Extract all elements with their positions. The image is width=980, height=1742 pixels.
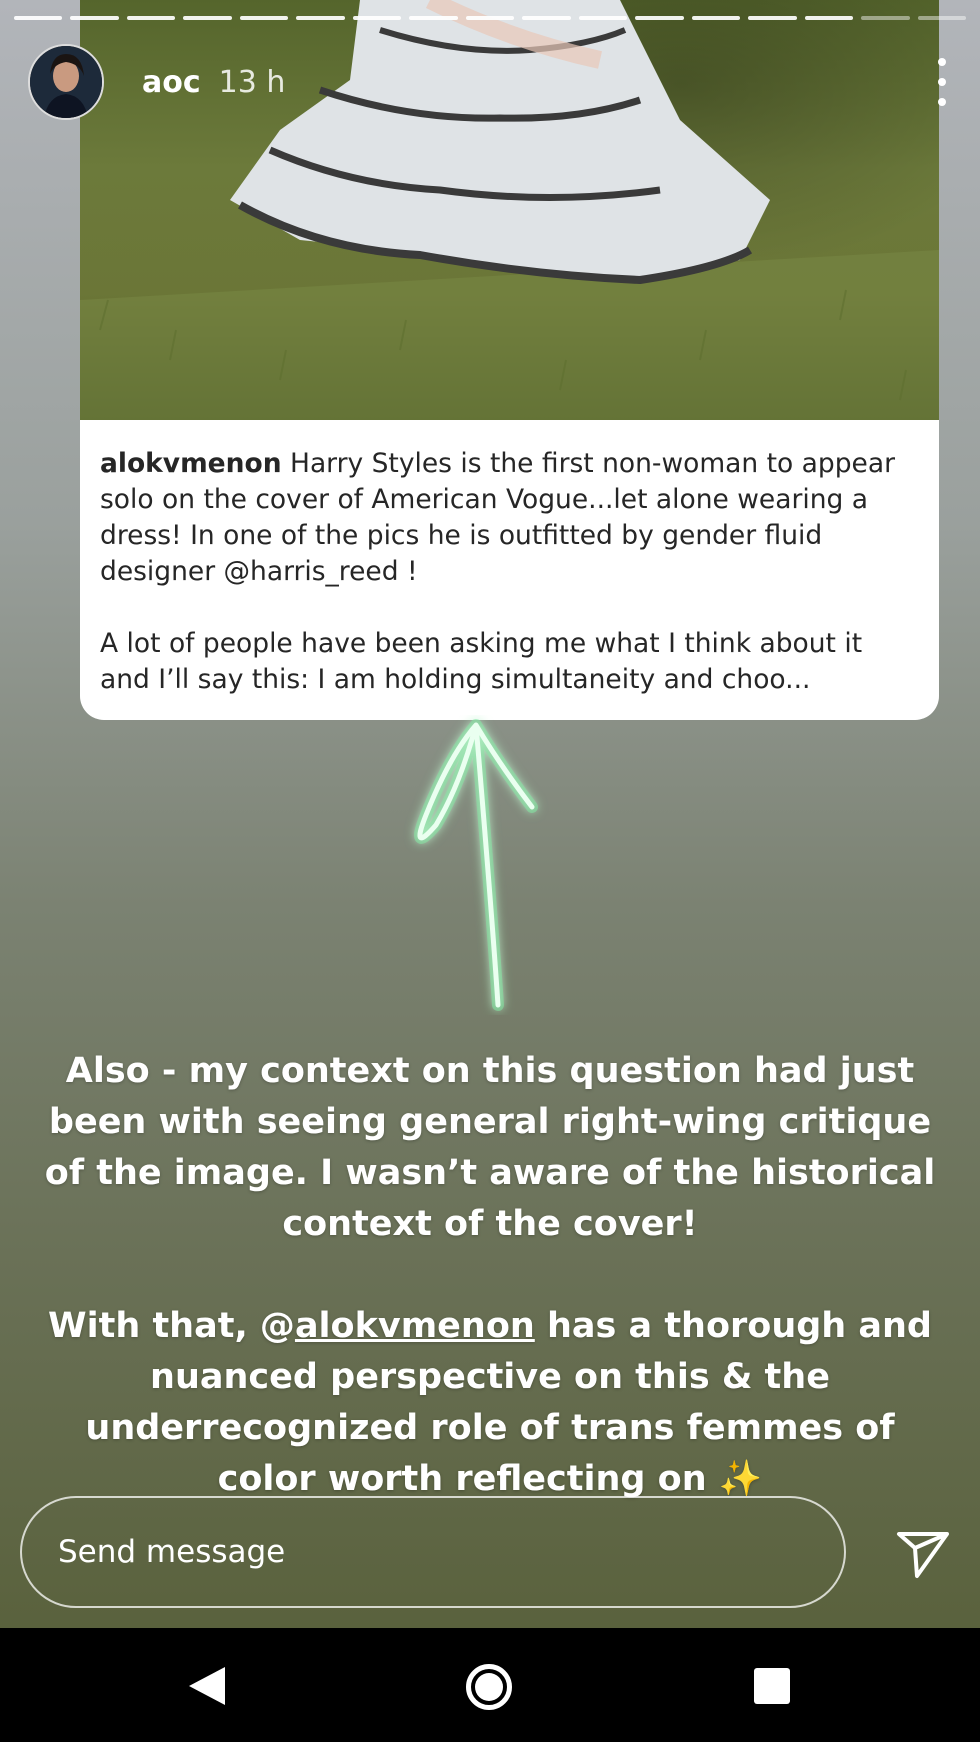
nav-home-icon[interactable] [466, 1664, 512, 1710]
story-progress-bar [14, 16, 966, 20]
avatar-image [30, 46, 102, 118]
progress-segment [522, 16, 571, 20]
arrow-sticker-icon [413, 719, 538, 1011]
progress-segment [14, 16, 63, 20]
nav-recents-icon[interactable] [754, 1668, 790, 1704]
send-message-input[interactable]: Send message [20, 1496, 846, 1608]
reply-bar: Send message [0, 1468, 980, 1628]
progress-segment [691, 16, 741, 20]
progress-segment [465, 16, 515, 20]
more-vertical-icon[interactable] [932, 58, 952, 106]
quoted-post-text-2: A lot of people have been asking me what… [100, 628, 863, 695]
mention-link[interactable]: alokvmenon [295, 1306, 535, 1346]
progress-segment [296, 16, 345, 20]
story-header: aoc 13 h [28, 44, 952, 120]
avatar[interactable] [28, 44, 104, 120]
overlay-text-prefix: With that, @ [48, 1306, 295, 1346]
quoted-post-paragraph-1: alokvmenon Harry Styles is the first non… [100, 446, 919, 590]
progress-segment [861, 16, 910, 20]
story-timestamp: 13 h [218, 64, 286, 100]
progress-segment [352, 16, 402, 20]
quoted-post-author: alokvmenon [100, 448, 282, 479]
progress-segment [578, 16, 628, 20]
story-overlay-text: Also - my context on this question had j… [40, 1046, 940, 1505]
system-nav-bar [0, 1628, 980, 1742]
progress-segment [409, 16, 458, 20]
progress-segment [748, 16, 797, 20]
quoted-post-card[interactable]: alokvmenon Harry Styles is the first non… [80, 420, 939, 720]
send-paper-plane-icon[interactable] [895, 1528, 951, 1580]
overlay-paragraph-1: Also - my context on this question had j… [44, 1051, 936, 1244]
nav-back-icon[interactable] [185, 1665, 231, 1707]
progress-segment [804, 16, 854, 20]
progress-segment [239, 16, 289, 20]
progress-segment [635, 16, 684, 20]
progress-segment [183, 16, 232, 20]
progress-segment [70, 16, 119, 20]
progress-segment [126, 16, 176, 20]
progress-segment [917, 16, 966, 20]
story-username[interactable]: aoc [142, 65, 201, 100]
